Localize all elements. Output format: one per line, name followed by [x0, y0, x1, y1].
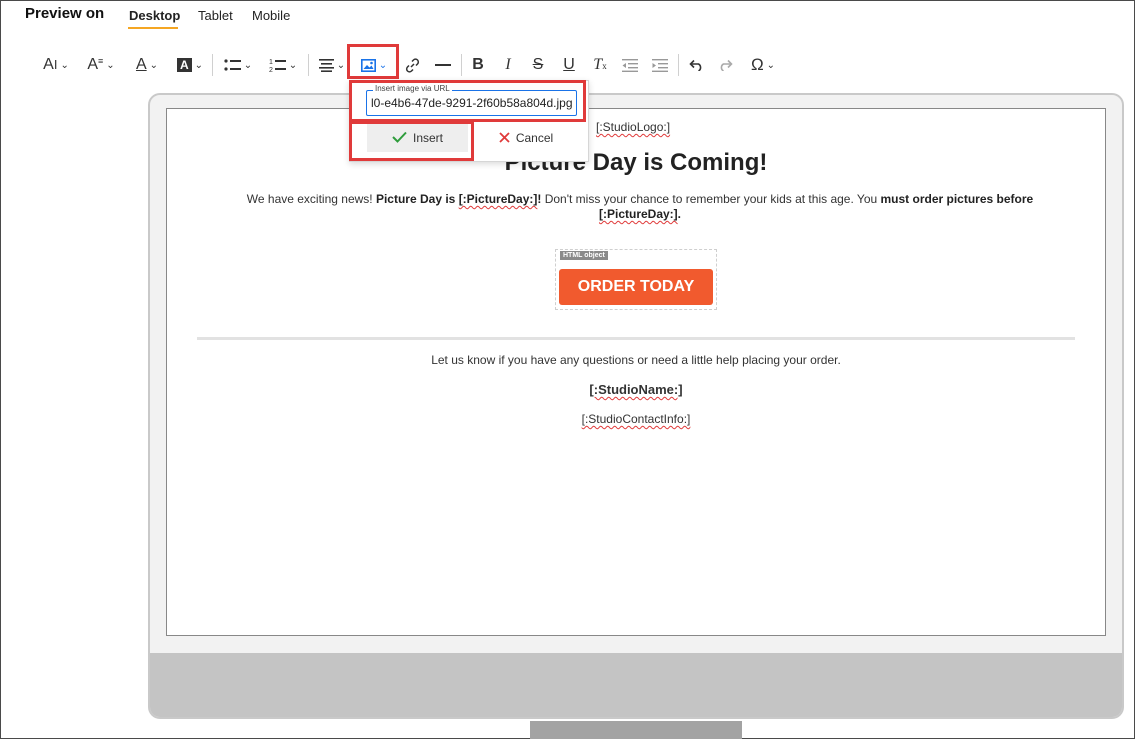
omega-icon: Ω	[750, 55, 764, 74]
toolbar-separator	[212, 54, 213, 76]
close-icon	[499, 130, 510, 146]
numbered-list-dropdown[interactable]: 12 ⌄	[264, 52, 302, 78]
indent-button[interactable]	[648, 52, 672, 78]
special-characters-dropdown[interactable]: Ω ⌄	[745, 52, 781, 78]
bold-button[interactable]: B	[466, 52, 490, 78]
email-divider	[197, 337, 1075, 340]
chevron-down-icon: ⌄	[766, 59, 776, 71]
align-center-icon	[318, 58, 334, 72]
link-icon	[405, 57, 420, 73]
underline-button[interactable]: U	[557, 52, 581, 78]
indent-icon	[652, 58, 668, 72]
horizontal-line-button[interactable]	[431, 52, 455, 78]
bulleted-list-dropdown[interactable]: ⌄	[219, 52, 257, 78]
html-object-label: HTML object	[560, 251, 608, 260]
clear-formatting-icon: Tx	[593, 56, 607, 73]
active-tab-underline	[128, 27, 178, 29]
paragraph-format-dropdown[interactable]: A≡ ⌄	[83, 52, 119, 78]
insert-label: Insert	[412, 131, 443, 145]
redo-icon	[718, 59, 733, 71]
email-intro-paragraph[interactable]: We have exciting news! Picture Day is [:…	[215, 192, 1065, 222]
order-today-button[interactable]: ORDER TODAY	[559, 269, 713, 305]
chevron-down-icon: ⌄	[336, 59, 346, 71]
image-url-legend: Insert image via URL	[373, 84, 452, 93]
studio-name-placeholder[interactable]: [:StudioName:]	[166, 382, 1106, 397]
paragraph-format-icon: A≡	[87, 56, 104, 73]
numbered-list-icon: 12	[269, 57, 286, 73]
chevron-down-icon: ⌄	[106, 59, 115, 71]
font-size-icon: AI	[43, 56, 58, 73]
image-url-input[interactable]	[366, 90, 577, 116]
toolbar-separator	[461, 54, 462, 76]
undo-icon	[688, 59, 704, 71]
italic-button[interactable]: I	[496, 52, 520, 78]
outdent-icon	[622, 58, 638, 72]
bold-icon: B	[472, 56, 484, 73]
tab-mobile[interactable]: Mobile	[252, 8, 290, 23]
underline-icon: U	[563, 56, 575, 73]
cancel-button[interactable]: Cancel	[476, 124, 576, 152]
svg-text:2: 2	[269, 67, 273, 73]
italic-icon: I	[505, 56, 511, 73]
studio-contact-placeholder[interactable]: [:StudioContactInfo:]	[166, 412, 1106, 426]
email-canvas[interactable]	[166, 108, 1106, 636]
chevron-down-icon: ⌄	[60, 59, 69, 71]
tab-tablet[interactable]: Tablet	[198, 8, 233, 23]
background-color-icon: A	[176, 58, 192, 72]
insert-image-dropdown[interactable]: ⌄	[355, 52, 393, 78]
cancel-label: Cancel	[515, 131, 554, 145]
chevron-down-icon: ⌄	[194, 59, 204, 71]
preview-label: Preview on	[25, 5, 105, 22]
outdent-button[interactable]	[618, 52, 642, 78]
clear-formatting-button[interactable]: Tx	[588, 52, 612, 78]
strikethrough-button[interactable]: S	[526, 52, 550, 78]
background-color-dropdown[interactable]: A ⌄	[172, 52, 208, 78]
svg-text:1: 1	[269, 59, 273, 66]
insert-link-button[interactable]	[400, 52, 424, 78]
horizontal-line-icon	[435, 63, 451, 67]
insert-button[interactable]: Insert	[367, 124, 468, 152]
toolbar-separator	[678, 54, 679, 76]
chevron-down-icon: ⌄	[288, 59, 298, 71]
undo-button[interactable]	[684, 52, 708, 78]
strikethrough-icon: S	[532, 56, 544, 73]
email-headline[interactable]: Picture Day is Coming!	[166, 149, 1106, 177]
align-dropdown[interactable]: ⌄	[314, 52, 350, 78]
image-icon	[360, 58, 376, 72]
text-color-dropdown[interactable]: A ⌄	[130, 52, 164, 78]
studio-logo-placeholder[interactable]: [:StudioLogo:]	[596, 120, 670, 134]
help-text[interactable]: Let us know if you have any questions or…	[166, 353, 1106, 367]
text-color-icon: A	[135, 56, 147, 73]
bulleted-list-icon	[224, 58, 241, 72]
checkmark-icon	[392, 130, 407, 146]
chevron-down-icon: ⌄	[149, 59, 159, 71]
toolbar-separator	[308, 54, 309, 76]
chevron-down-icon: ⌄	[243, 59, 253, 71]
monitor-chin	[150, 653, 1122, 717]
chevron-down-icon: ⌄	[378, 59, 388, 71]
redo-button[interactable]	[713, 52, 737, 78]
monitor-stand	[530, 721, 742, 739]
tab-desktop[interactable]: Desktop	[129, 8, 180, 23]
font-size-dropdown[interactable]: AI ⌄	[38, 52, 74, 78]
